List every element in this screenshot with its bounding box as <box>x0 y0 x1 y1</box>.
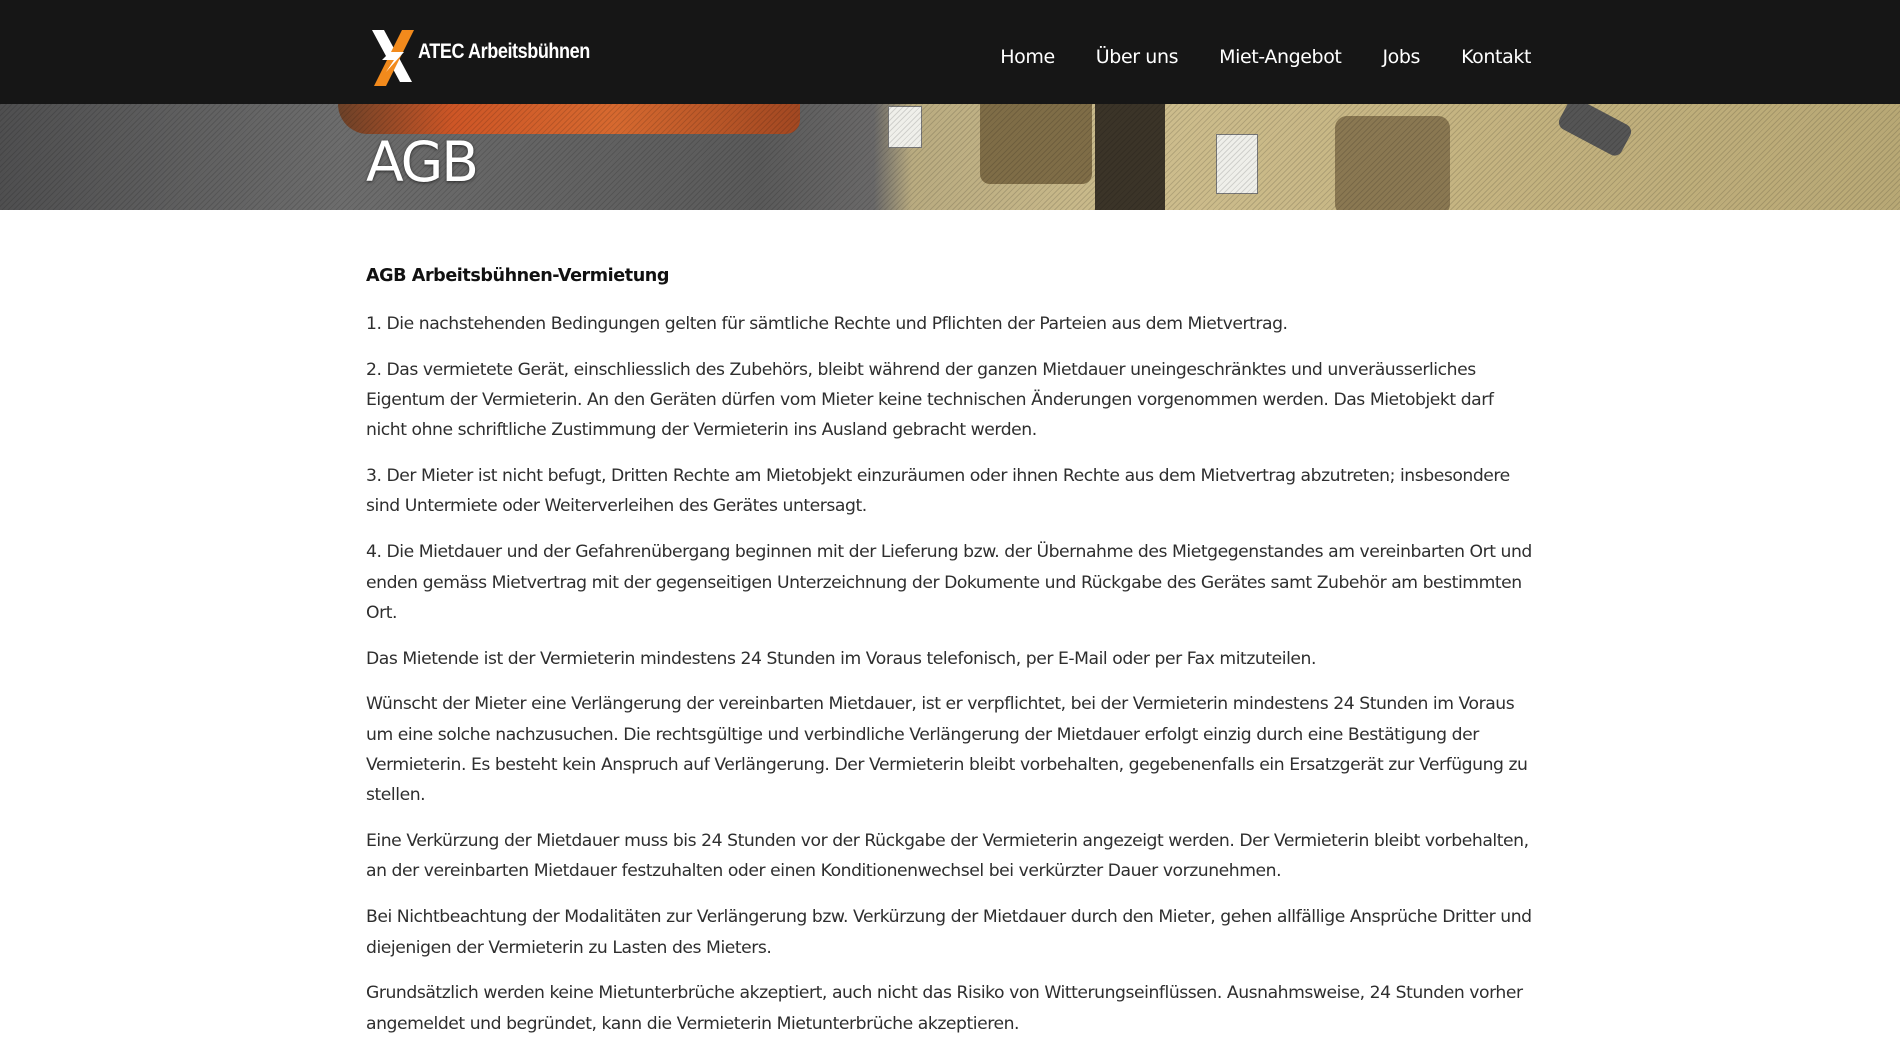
nav-kontakt[interactable]: Kontakt <box>1461 46 1531 68</box>
banner-stripe-overlay <box>0 104 1900 210</box>
brand-name: ATEC Arbeitsbühnen <box>418 40 590 63</box>
nav-jobs[interactable]: Jobs <box>1382 46 1420 68</box>
paragraph: Das Mietende ist der Vermieterin mindest… <box>366 648 1317 669</box>
paragraph: Eine Verkürzung der Mietdauer muss bis 2… <box>366 831 1529 882</box>
site-header: ATEC Arbeitsbühnen Home Über uns Miet-An… <box>0 0 1900 104</box>
paragraph: Wünscht der Mieter eine Verlängerung der… <box>366 694 1528 806</box>
paragraph: 3. Der Mieter ist nicht befugt, Dritten … <box>366 466 1510 517</box>
main-nav: Home Über uns Miet-Angebot Jobs Kontakt <box>1000 0 1531 114</box>
nav-ueber-uns[interactable]: Über uns <box>1096 46 1179 68</box>
paragraph: 2. Das vermietete Gerät, einschliesslich… <box>366 359 1494 441</box>
paragraph: 4. Die Mietdauer und der Gefahrenübergan… <box>366 542 1532 623</box>
hero-banner <box>0 104 1900 210</box>
section-heading: AGB Arbeitsbühnen-Vermietung <box>366 266 669 286</box>
x-lightning-logo-icon <box>372 30 414 86</box>
paragraph: 1. Die nachstehenden Bedingungen gelten … <box>366 314 1288 334</box>
page-title: AGB <box>366 130 479 194</box>
brand-logo-link[interactable]: ATEC Arbeitsbühnen <box>372 30 618 86</box>
nav-miet-angebot[interactable]: Miet-Angebot <box>1219 46 1342 68</box>
paragraph: Grundsätzlich werden keine Mietunterbrüc… <box>366 983 1523 1034</box>
paragraph: Bei Nichtbeachtung der Modalitäten zur V… <box>366 907 1532 958</box>
agb-content: AGB Arbeitsbühnen-Vermietung 1. Die nach… <box>366 258 1536 1054</box>
nav-home[interactable]: Home <box>1000 46 1055 68</box>
